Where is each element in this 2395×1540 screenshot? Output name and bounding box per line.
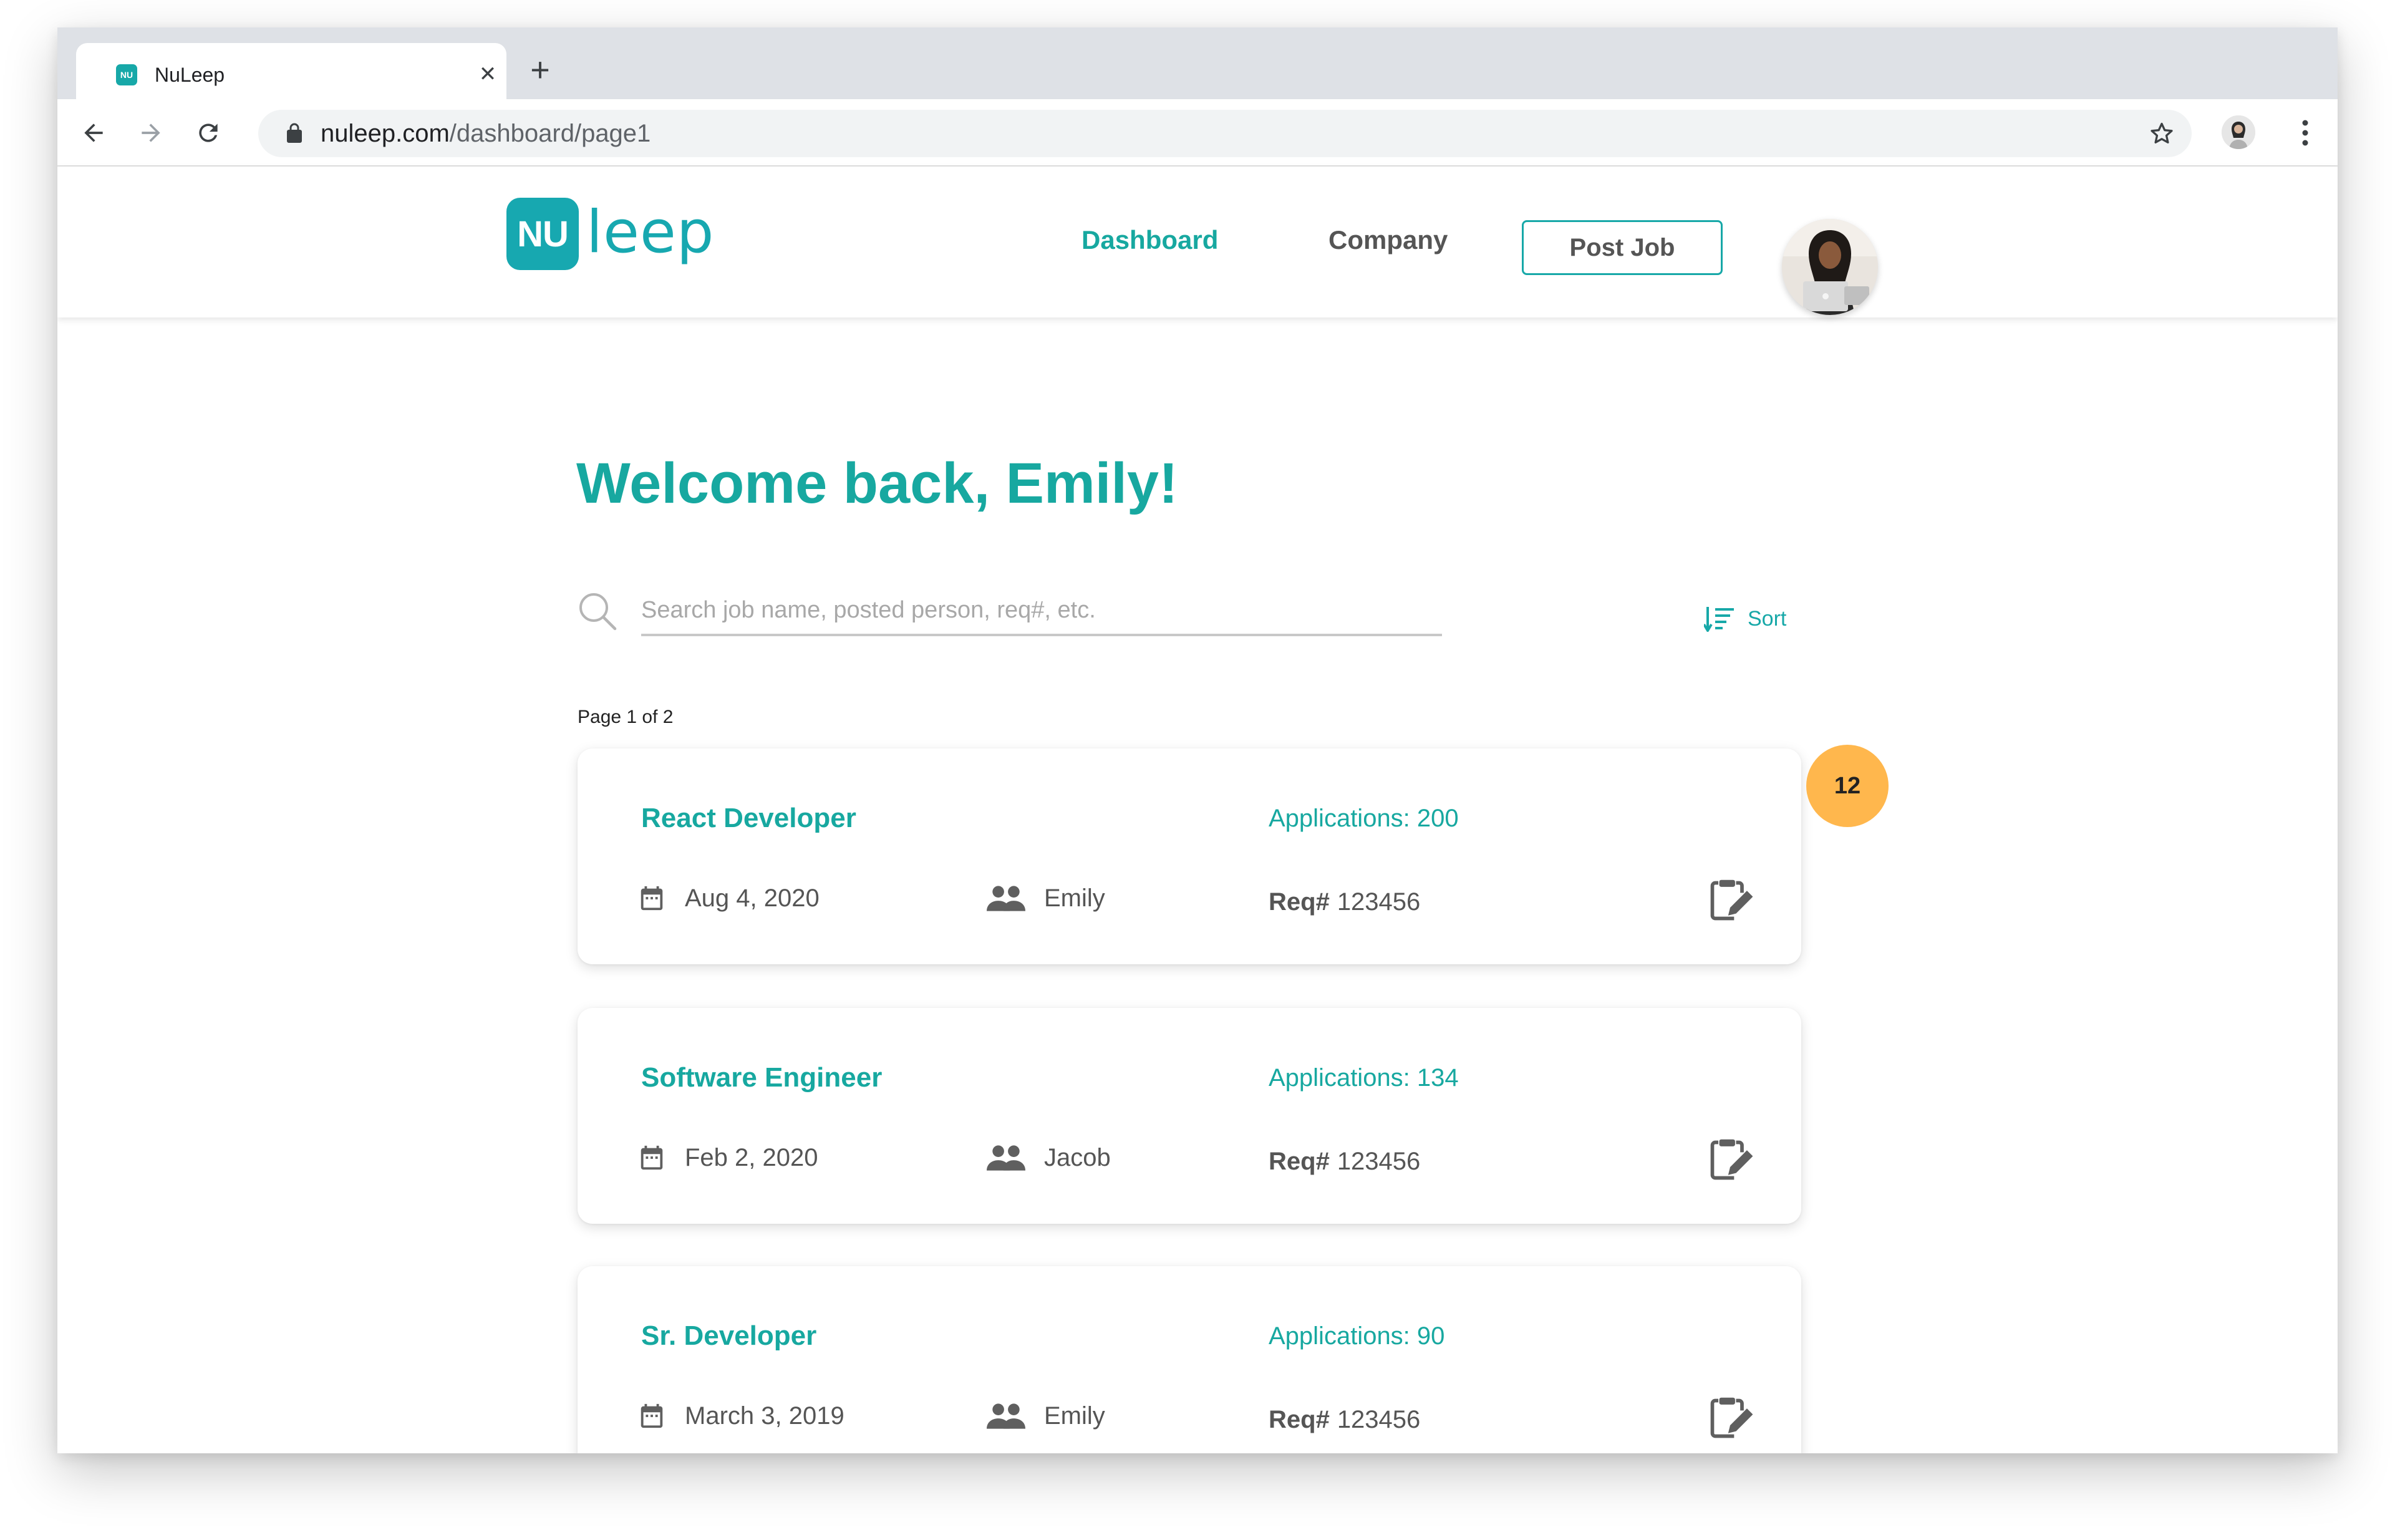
more-vert-icon	[2302, 120, 2308, 146]
posted-by: Emily	[987, 1397, 1105, 1435]
req-label: Req#	[1269, 888, 1330, 916]
user-avatar[interactable]	[1782, 219, 1878, 315]
post-job-button[interactable]: Post Job	[1522, 220, 1723, 275]
applications-count[interactable]: Applications: 200	[1269, 800, 1459, 837]
search-field	[641, 588, 1442, 636]
posted-by: Emily	[987, 879, 1105, 917]
tab-strip: NU NuLeep ✕ +	[57, 27, 2338, 99]
people-icon	[987, 886, 1025, 911]
applications-count[interactable]: Applications: 134	[1269, 1059, 1459, 1097]
browser-toolbar: nuleep.com/dashboard/page1	[57, 99, 2338, 167]
req-value: 123456	[1337, 1406, 1421, 1433]
back-button[interactable]	[76, 115, 111, 150]
sort-icon	[1704, 607, 1734, 632]
date-text: Aug 4, 2020	[685, 884, 820, 912]
req-value: 123456	[1337, 888, 1421, 916]
profile-person-icon	[2222, 115, 2255, 149]
sort-label: Sort	[1748, 606, 1787, 631]
posted-date: March 3, 2019	[637, 1397, 844, 1435]
address-bar[interactable]: nuleep.com/dashboard/page1	[258, 110, 2192, 157]
posted-date: Feb 2, 2020	[637, 1139, 818, 1176]
favicon-icon: NU	[116, 64, 137, 85]
job-card[interactable]: Sr. Developer Applications: 90 March 3, …	[578, 1266, 1801, 1453]
edit-job-icon[interactable]	[1706, 1136, 1754, 1184]
page-indicator: Page 1 of 2	[578, 707, 674, 727]
posted-by: Jacob	[987, 1139, 1111, 1176]
forward-arrow-icon	[142, 123, 160, 142]
people-icon	[987, 1145, 1025, 1171]
job-title[interactable]: Sr. Developer	[641, 1317, 816, 1355]
reload-icon	[199, 123, 218, 142]
req-number: Req# 123456	[1269, 1143, 1420, 1180]
job-card[interactable]: Software Engineer Applications: 134 Feb …	[578, 1008, 1801, 1224]
search-input[interactable]	[641, 588, 1442, 632]
nav-company[interactable]: Company	[1328, 221, 1448, 259]
date-text: Feb 2, 2020	[685, 1144, 818, 1171]
job-title[interactable]: Software Engineer	[641, 1059, 882, 1097]
url-path: /dashboard/page1	[449, 120, 651, 147]
browser-tab[interactable]: NU NuLeep ✕	[76, 43, 506, 99]
browser-menu-button[interactable]	[2293, 115, 2318, 150]
person-name: Emily	[1044, 884, 1105, 912]
lock-icon	[287, 123, 302, 143]
url-host: nuleep.com	[321, 120, 450, 147]
logo-badge: NU	[506, 198, 579, 270]
person-name: Jacob	[1044, 1144, 1111, 1171]
edit-job-icon[interactable]	[1706, 1395, 1754, 1442]
close-icon[interactable]: ✕	[475, 62, 500, 87]
url-text: nuleep.com/dashboard/page1	[321, 110, 651, 157]
req-label: Req#	[1269, 1405, 1330, 1433]
calendar-icon	[641, 886, 663, 911]
job-card[interactable]: React Developer Applications: 200 Aug 4,…	[578, 748, 1801, 964]
search-icon	[579, 593, 617, 631]
req-value: 123456	[1337, 1148, 1421, 1175]
date-text: March 3, 2019	[685, 1402, 844, 1430]
browser-window: NU NuLeep ✕ + nuleep.com/dashboard/page1	[57, 27, 2338, 1453]
forward-button[interactable]	[133, 115, 168, 150]
person-name: Emily	[1044, 1402, 1105, 1430]
browser-profile-avatar[interactable]	[2222, 115, 2255, 149]
reload-button[interactable]	[191, 115, 226, 150]
req-number: Req# 123456	[1269, 883, 1420, 921]
welcome-heading: Welcome back, Emily!	[576, 452, 1178, 515]
people-icon	[987, 1403, 1025, 1429]
req-label: Req#	[1269, 1147, 1330, 1175]
calendar-icon	[641, 1145, 663, 1170]
nav-dashboard[interactable]: Dashboard	[1081, 221, 1218, 259]
job-title[interactable]: React Developer	[641, 800, 856, 837]
req-number: Req# 123456	[1269, 1401, 1420, 1438]
user-photo-icon	[1782, 219, 1878, 315]
job-count-badge: 12	[1806, 745, 1889, 827]
bookmark-star-icon[interactable]	[2148, 120, 2175, 147]
back-arrow-icon	[84, 123, 103, 142]
edit-job-icon[interactable]	[1706, 877, 1754, 924]
posted-date: Aug 4, 2020	[637, 879, 820, 917]
sort-button[interactable]: Sort	[1704, 600, 1786, 637]
logo-text: leep	[586, 198, 715, 266]
calendar-icon	[641, 1403, 663, 1428]
tab-title: NuLeep	[155, 64, 225, 86]
app-header: NU leep Dashboard Company Post Job	[57, 167, 2338, 317]
applications-count[interactable]: Applications: 90	[1269, 1317, 1444, 1355]
new-tab-button[interactable]: +	[523, 52, 558, 87]
